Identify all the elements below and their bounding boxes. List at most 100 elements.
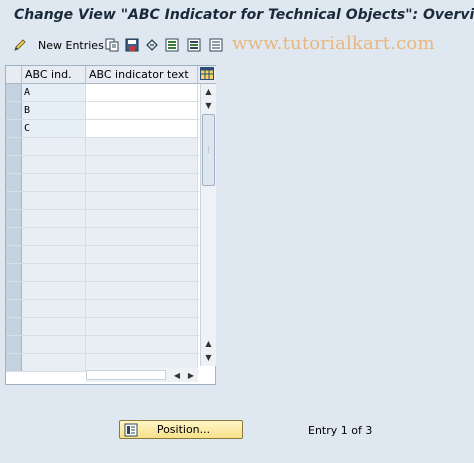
select-all-rows-header[interactable] xyxy=(6,66,22,84)
row-selector[interactable] xyxy=(6,354,22,371)
row-selector[interactable] xyxy=(6,156,22,173)
empty-table-row xyxy=(6,228,199,246)
empty-cell xyxy=(22,174,86,191)
entry-status: Entry 1 of 3 xyxy=(308,424,373,437)
empty-cell xyxy=(86,246,198,263)
empty-table-row xyxy=(6,174,199,192)
select-all-button[interactable] xyxy=(164,36,180,54)
triangle-down-icon: ▼ xyxy=(205,100,212,110)
empty-cell xyxy=(22,318,86,335)
empty-cell xyxy=(22,354,86,371)
select-block-icon xyxy=(186,37,202,53)
empty-cell xyxy=(86,228,198,245)
triangle-down-icon: ▼ xyxy=(205,352,212,362)
scroll-thumb[interactable]: ⋮ xyxy=(202,114,215,186)
empty-cell xyxy=(22,138,86,155)
page-title: Change View "ABC Indicator for Technical… xyxy=(14,7,474,23)
empty-cell xyxy=(86,282,198,299)
empty-cell xyxy=(86,336,198,353)
save-icon xyxy=(124,37,140,53)
empty-cell xyxy=(86,192,198,209)
deselect-all-button[interactable] xyxy=(208,36,224,54)
scroll-left-arrow[interactable]: ◀ xyxy=(170,368,184,382)
empty-cell xyxy=(86,264,198,281)
copy-as-button[interactable] xyxy=(104,36,120,54)
position-button[interactable]: Position... xyxy=(119,420,243,439)
column-header-abc-ind[interactable]: ABC ind. xyxy=(22,66,86,84)
position-button-label: Position... xyxy=(156,423,211,436)
empty-cell xyxy=(22,336,86,353)
row-selector[interactable] xyxy=(6,246,22,263)
select-block-button[interactable] xyxy=(186,36,202,54)
empty-table-row xyxy=(6,246,199,264)
empty-cell xyxy=(22,246,86,263)
empty-table-row xyxy=(6,336,199,354)
row-selector[interactable] xyxy=(6,264,22,281)
position-icon xyxy=(123,422,139,438)
row-selector[interactable] xyxy=(6,282,22,299)
row-selector[interactable] xyxy=(6,174,22,191)
abc-ind-cell: C xyxy=(22,120,86,137)
empty-cell xyxy=(22,228,86,245)
scroll-up-arrow[interactable]: ▲ xyxy=(201,84,216,98)
scroll-down-arrow[interactable]: ▼ xyxy=(201,350,216,364)
empty-cell xyxy=(22,300,86,317)
table-settings-button[interactable] xyxy=(198,66,216,84)
row-selector[interactable] xyxy=(6,192,22,209)
table-settings-icon xyxy=(200,66,214,83)
abc-ind-cell: B xyxy=(22,102,86,119)
row-selector[interactable] xyxy=(6,102,22,119)
empty-cell xyxy=(22,192,86,209)
triangle-up-icon: ▲ xyxy=(205,338,212,348)
scroll-down-top-arrow[interactable]: ▼ xyxy=(201,98,216,112)
title-bar: Change View "ABC Indicator for Technical… xyxy=(0,0,474,32)
delete-button[interactable] xyxy=(124,36,140,54)
new-entries-button[interactable]: New Entries xyxy=(32,36,104,54)
row-selector[interactable] xyxy=(6,120,22,137)
table-row: A xyxy=(6,84,199,102)
undo-icon xyxy=(144,37,160,53)
empty-cell xyxy=(86,138,198,155)
empty-cell xyxy=(86,300,198,317)
triangle-right-icon: ▶ xyxy=(187,370,195,380)
horizontal-scrollbar[interactable]: ◀ ▶ xyxy=(86,368,198,382)
grip-icon: ⋮ xyxy=(205,146,212,154)
row-selector[interactable] xyxy=(6,228,22,245)
display-change-button[interactable] xyxy=(12,36,28,54)
abc-text-input[interactable] xyxy=(86,120,198,137)
scroll-up-bottom-arrow[interactable]: ▲ xyxy=(201,336,216,350)
empty-table-row xyxy=(6,318,199,336)
row-selector[interactable] xyxy=(6,336,22,353)
row-selector[interactable] xyxy=(6,84,22,101)
watermark-text: www.tutorialkart.com xyxy=(232,33,435,54)
empty-table-row xyxy=(6,264,199,282)
abc-text-input[interactable] xyxy=(86,84,198,101)
empty-table-row xyxy=(6,282,199,300)
table-rows: A B C xyxy=(6,84,199,372)
table-row: C xyxy=(6,120,199,138)
row-selector[interactable] xyxy=(6,210,22,227)
column-header-abc-text[interactable]: ABC indicator text xyxy=(86,66,198,84)
empty-cell xyxy=(86,210,198,227)
empty-table-row xyxy=(6,156,199,174)
triangle-up-icon: ▲ xyxy=(205,86,212,96)
triangle-left-icon: ◀ xyxy=(173,370,181,380)
empty-cell xyxy=(22,156,86,173)
table-row: B xyxy=(6,102,199,120)
undo-change-button[interactable] xyxy=(144,36,160,54)
empty-cell xyxy=(22,264,86,281)
empty-cell xyxy=(86,318,198,335)
row-selector[interactable] xyxy=(6,300,22,317)
row-selector[interactable] xyxy=(6,318,22,335)
horizontal-scroll-track[interactable] xyxy=(86,370,166,380)
empty-table-row xyxy=(6,192,199,210)
copy-icon xyxy=(104,37,120,53)
row-selector[interactable] xyxy=(6,138,22,155)
vertical-scrollbar[interactable]: ▲ ▼ ⋮ ▲ ▼ xyxy=(200,84,216,366)
scroll-right-arrow[interactable]: ▶ xyxy=(184,368,198,382)
pen-icon xyxy=(12,37,28,53)
empty-table-row xyxy=(6,300,199,318)
empty-cell xyxy=(22,282,86,299)
abc-ind-cell: A xyxy=(22,84,86,101)
abc-text-input[interactable] xyxy=(86,102,198,119)
